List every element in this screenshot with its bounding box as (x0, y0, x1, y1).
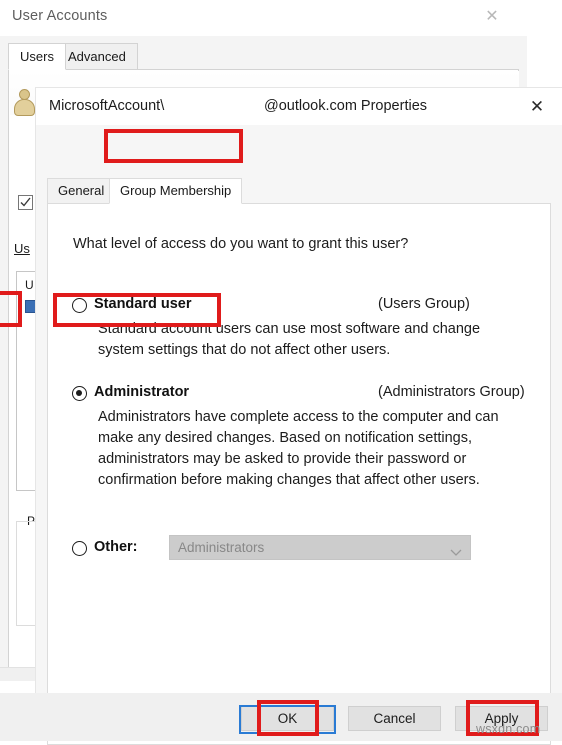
users-link[interactable]: Us (14, 241, 30, 256)
tab-group-membership[interactable]: Group Membership (109, 178, 243, 204)
tab-general[interactable]: General (47, 178, 116, 204)
close-icon[interactable]: ✕ (522, 95, 552, 119)
administrator-group-note: (Administrators Group) (378, 384, 525, 400)
dialog-titlebar: MicrosoftAccount\ @outlook.com Propertie… (36, 88, 562, 125)
cancel-button[interactable]: Cancel (348, 706, 441, 731)
group-membership-panel: What level of access do you want to gran… (47, 203, 551, 745)
dialog-tabstrip: General Group Membership (47, 178, 551, 204)
radio-other-label: Other: (94, 539, 138, 555)
standard-user-description: Standard account users can use most soft… (98, 321, 481, 358)
dialog-title-prefix: MicrosoftAccount\ (49, 98, 165, 114)
user-avatar-icon (12, 88, 38, 118)
radio-standard-user-mark[interactable] (72, 298, 87, 313)
require-password-checkbox[interactable] (18, 195, 33, 210)
standard-user-group-note: (Users Group) (378, 296, 470, 312)
users-list-column-header: U (25, 278, 34, 292)
account-properties-dialog: MicrosoftAccount\ @outlook.com Propertie… (36, 88, 562, 745)
chevron-down-icon (450, 544, 462, 562)
radio-administrator-label: Administrator (94, 384, 190, 400)
tab-users[interactable]: Users (8, 43, 66, 70)
other-group-dropdown-value: Administrators (178, 540, 265, 555)
user-accounts-title: User Accounts (12, 8, 108, 24)
ok-button-focus-ring (239, 705, 336, 734)
radio-administrator-mark[interactable] (72, 386, 87, 401)
access-level-question: What level of access do you want to gran… (73, 236, 409, 252)
administrator-description: Administrators have complete access to t… (98, 409, 499, 488)
tab-advanced[interactable]: Advanced (56, 43, 138, 70)
watermark: wsxdn.com (476, 722, 541, 736)
radio-standard-user-label: Standard user (94, 296, 192, 312)
other-group-dropdown: Administrators (169, 535, 471, 560)
close-icon[interactable]: ✕ (479, 6, 505, 28)
user-accounts-titlebar: User Accounts ✕ (0, 0, 527, 36)
radio-other-mark[interactable] (72, 541, 87, 556)
dialog-title-suffix: @outlook.com Properties (264, 98, 428, 114)
user-accounts-tabstrip: Users Advanced (8, 43, 519, 70)
